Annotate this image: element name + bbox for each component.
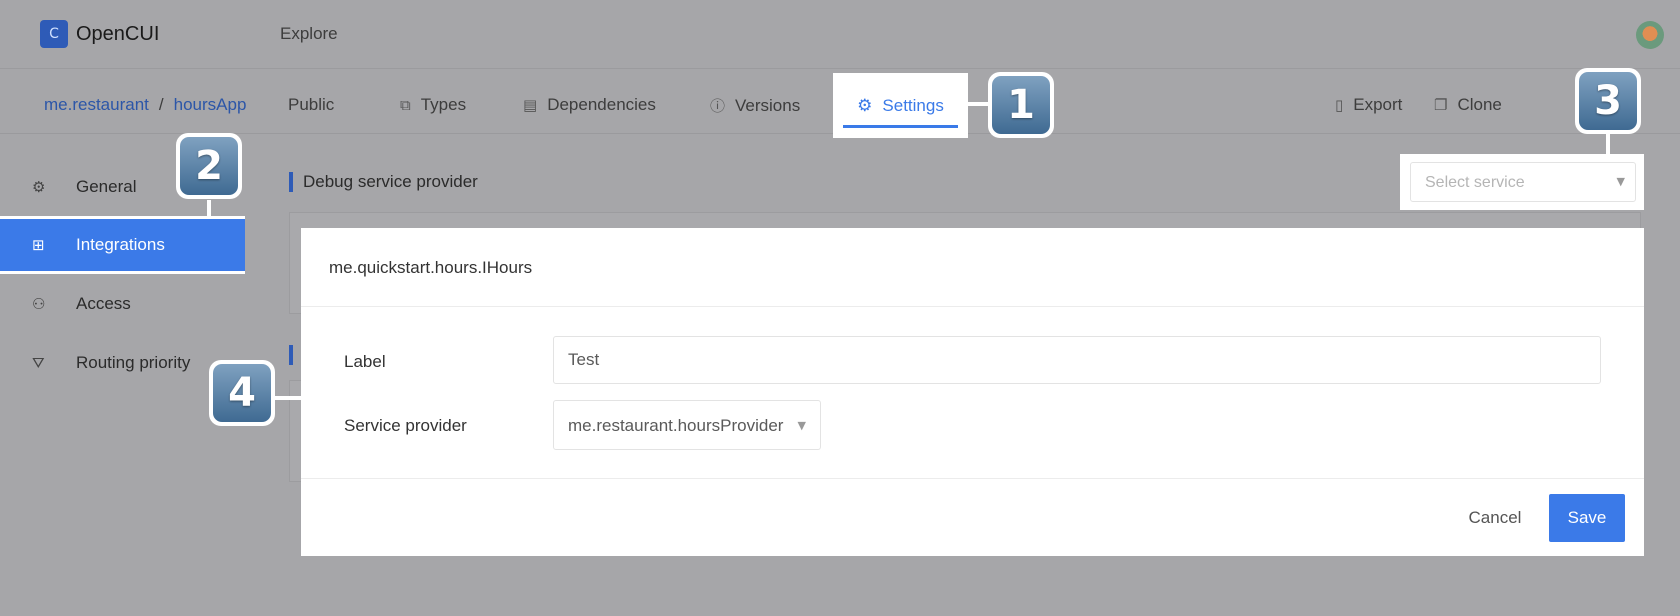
- callout-number: 3: [1579, 72, 1637, 130]
- service-provider-select[interactable]: me.restaurant.hoursProvider ▼: [553, 400, 821, 450]
- top-bar: C OpenCUI Explore: [0, 0, 1680, 68]
- callout-badge-4: 4: [209, 360, 275, 426]
- export-button[interactable]: ▯ Export: [1335, 95, 1402, 115]
- section-marker: [289, 345, 293, 365]
- tab-types-label: Types: [420, 95, 467, 114]
- tab-dependencies[interactable]: ▤ Dependencies: [523, 95, 656, 115]
- modal-header: me.quickstart.hours.IHours: [301, 228, 1644, 307]
- sidebar-item-label: General: [76, 177, 137, 196]
- clone-label: Clone: [1457, 95, 1502, 114]
- modal-title: me.quickstart.hours.IHours: [329, 258, 533, 277]
- active-tab-underline: [843, 125, 958, 128]
- label-field-label: Label: [344, 352, 386, 371]
- gear-icon: ⚙: [32, 178, 46, 196]
- clone-icon: ❐: [1434, 96, 1448, 114]
- tab-dependencies-label: Dependencies: [547, 95, 656, 114]
- sidebar-item-label: Access: [76, 294, 131, 313]
- breadcrumb-separator: /: [158, 95, 164, 114]
- sidebar-item-integrations[interactable]: ⊞ Integrations: [0, 216, 245, 274]
- callout-connector: [1606, 134, 1610, 156]
- sidebar-item-label: Integrations: [76, 235, 165, 254]
- explore-link[interactable]: Explore: [280, 24, 338, 44]
- grid-icon: ⊞: [32, 236, 45, 254]
- service-provider-label: Service provider: [344, 416, 467, 435]
- cancel-button[interactable]: Cancel: [1453, 494, 1537, 542]
- chevron-down-icon: ▼: [797, 419, 806, 432]
- document-icon: ▤: [523, 96, 538, 114]
- breadcrumb-project[interactable]: hoursApp: [174, 95, 247, 115]
- callout-badge-2: 2: [176, 133, 242, 199]
- label-input[interactable]: [553, 336, 1601, 384]
- tab-public-label: Public: [288, 95, 335, 114]
- section-title: Debug service provider: [289, 172, 478, 192]
- select-service-box[interactable]: Select service ▼: [1410, 162, 1636, 202]
- logo-icon: C: [40, 20, 68, 48]
- tab-settings-label: Settings: [882, 95, 944, 115]
- copy-icon: ⧉: [400, 96, 411, 114]
- tab-versions-label: Versions: [735, 95, 801, 115]
- callout-number: 4: [213, 364, 271, 422]
- app-name: OpenCUI: [76, 22, 160, 45]
- app-logo[interactable]: C OpenCUI: [40, 20, 159, 48]
- filter-icon: ⛛: [32, 354, 45, 372]
- callout-badge-3: 3: [1575, 68, 1641, 134]
- modal-footer-divider: [301, 478, 1644, 479]
- sidebar-item-label: Routing priority: [76, 353, 191, 372]
- tab-versions[interactable]: ⓘ Versions: [710, 95, 800, 116]
- export-label: Export: [1353, 95, 1403, 114]
- clone-button[interactable]: ❐ Clone: [1434, 95, 1502, 115]
- select-service-dropdown[interactable]: Select service ▼: [1400, 154, 1644, 210]
- gear-icon: ⚙: [857, 95, 873, 116]
- tab-settings[interactable]: ⚙ Settings: [833, 73, 968, 138]
- select-service-placeholder: Select service: [1425, 174, 1525, 191]
- breadcrumb: me.restaurant / hoursApp: [44, 95, 246, 115]
- sidebar-item-access[interactable]: ⚇ Access: [0, 279, 245, 329]
- users-icon: ⚇: [32, 295, 46, 313]
- callout-badge-1: 1: [988, 72, 1054, 138]
- integration-modal: me.quickstart.hours.IHours Label Service…: [301, 228, 1644, 556]
- callout-number: 1: [992, 76, 1050, 134]
- breadcrumb-org[interactable]: me.restaurant: [44, 95, 149, 115]
- chevron-down-icon: ▼: [1616, 175, 1625, 188]
- info-icon: ⓘ: [710, 97, 726, 115]
- tab-types[interactable]: ⧉ Types: [400, 95, 466, 115]
- file-icon: ▯: [1335, 96, 1344, 114]
- avatar[interactable]: [1636, 21, 1664, 49]
- callout-number: 2: [180, 137, 238, 195]
- tab-public[interactable]: Public: [288, 95, 334, 115]
- callout-connector: [274, 396, 302, 400]
- save-button[interactable]: Save: [1549, 494, 1625, 542]
- callout-connector: [207, 200, 211, 218]
- service-provider-value: me.restaurant.hoursProvider: [568, 416, 784, 435]
